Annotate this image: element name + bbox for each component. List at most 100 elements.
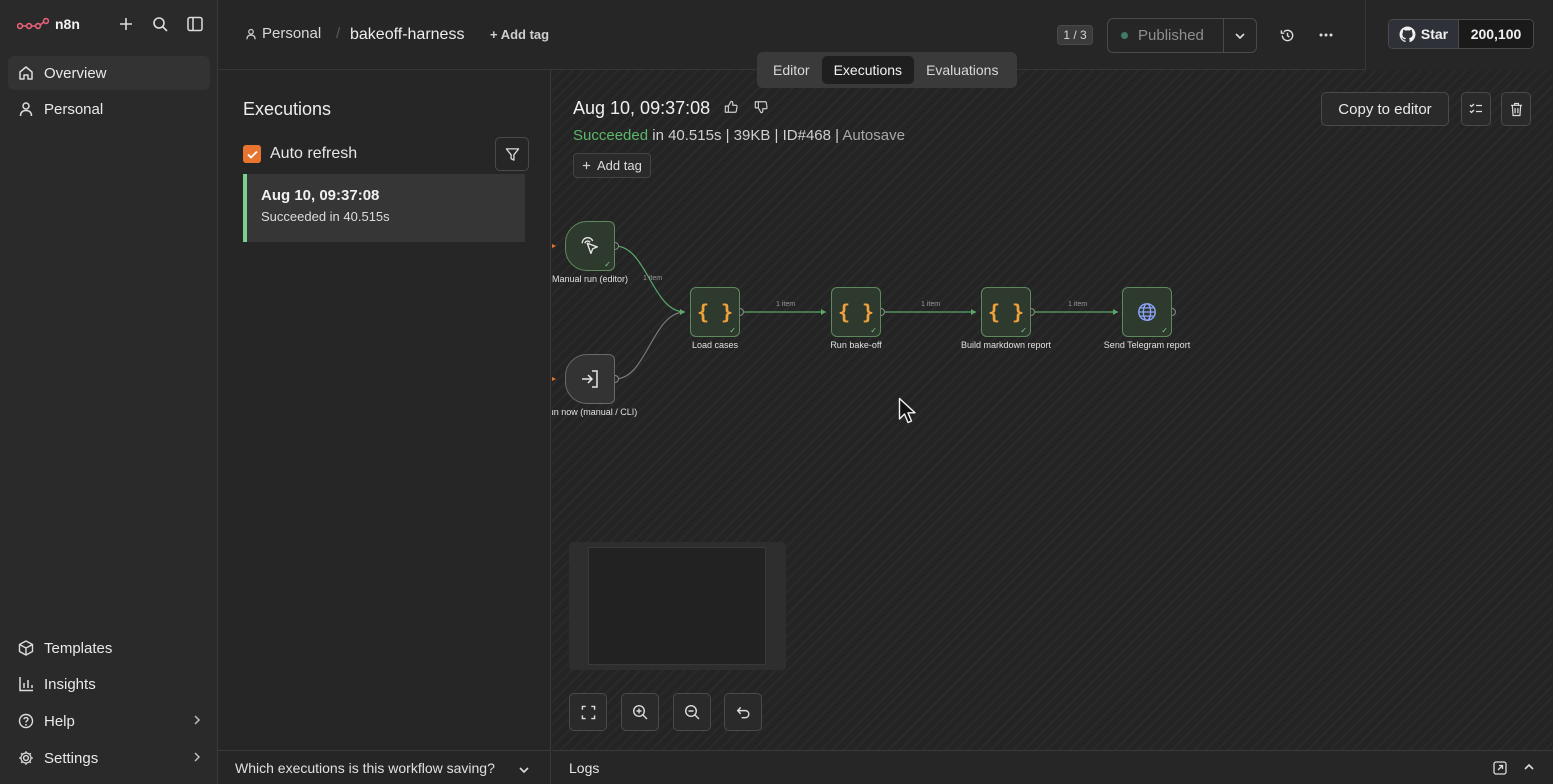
add-tag-button[interactable]: + Add tag — [490, 27, 549, 42]
chevron-up-icon[interactable] — [1523, 763, 1535, 771]
published-button[interactable]: Published — [1108, 19, 1224, 52]
pointer-click-icon — [581, 237, 599, 255]
sign-in-icon — [582, 370, 598, 388]
auto-refresh-label: Auto refresh — [270, 145, 358, 162]
app: n8n Overview Personal Templates Insights… — [0, 0, 1553, 784]
github-icon — [1399, 26, 1416, 42]
node-label: un now (manual / CLI) — [552, 407, 638, 417]
tab-executions[interactable]: Executions — [821, 56, 915, 84]
zoom-in-icon — [632, 704, 648, 720]
maximize-icon — [581, 705, 595, 719]
github-star-count[interactable]: 200,100 — [1459, 20, 1533, 48]
publish-dropdown-button[interactable] — [1224, 32, 1256, 40]
user-icon — [245, 28, 257, 40]
globe-icon — [1138, 303, 1156, 321]
edge-label: 1 item — [643, 275, 663, 282]
edge-label: 1 item — [921, 301, 941, 308]
logs-bar[interactable]: Logs — [552, 750, 1553, 784]
user-icon — [17, 100, 35, 118]
node-send-telegram-report[interactable]: ✓ — [1122, 287, 1172, 337]
brand-name: n8n — [55, 16, 80, 32]
zoom-out-button[interactable] — [673, 693, 711, 731]
sidebar-item-label: Personal — [44, 100, 104, 118]
help-circle-icon — [17, 712, 35, 730]
success-check-icon: ✓ — [604, 260, 611, 269]
execution-saving-question: Which executions is this workflow saving… — [235, 759, 495, 776]
success-check-icon: ✓ — [1020, 326, 1027, 335]
executions-title: Executions — [243, 99, 332, 119]
pop-out-icon[interactable] — [1493, 761, 1507, 775]
toggle-sidebar-icon[interactable] — [183, 12, 207, 36]
node-label: Manual run (editor) — [552, 274, 629, 284]
node-load-cases[interactable]: { } ✓ — [690, 287, 740, 337]
n8n-logo-icon — [17, 17, 49, 30]
filter-button[interactable] — [495, 137, 529, 171]
chevron-down-icon — [1235, 32, 1245, 39]
search-icon[interactable] — [148, 12, 172, 36]
tab-editor[interactable]: Editor — [761, 56, 822, 84]
sidebar-item-settings[interactable]: Settings — [8, 741, 210, 775]
status-dot-icon — [1121, 32, 1128, 39]
breadcrumb-separator: / — [336, 25, 341, 42]
node-build-markdown-report[interactable]: { } ✓ — [981, 287, 1031, 337]
github-star-label: Star — [1420, 26, 1449, 42]
add-icon[interactable] — [114, 12, 138, 36]
minimap[interactable] — [569, 542, 786, 670]
workflow-name[interactable]: bakeoff-harness — [350, 26, 464, 44]
execution-status: Succeeded in 40.515s — [261, 209, 390, 224]
execution-time: Aug 10, 09:37:08 — [261, 187, 380, 204]
sidebar-item-insights[interactable]: Insights — [8, 667, 210, 701]
auto-refresh-toggle[interactable]: Auto refresh — [243, 145, 357, 163]
sidebar-item-label: Templates — [44, 639, 113, 657]
node-label: Build markdown report — [960, 340, 1052, 350]
history-icon[interactable] — [1276, 24, 1298, 46]
view-tabs: Editor Executions Evaluations — [757, 52, 1017, 88]
sidebar-item-help[interactable]: Help — [8, 704, 210, 738]
github-star[interactable]: Star — [1389, 20, 1459, 48]
node-run-bake-off[interactable]: { } ✓ — [831, 287, 881, 337]
sidebar-item-label: Overview — [44, 64, 107, 82]
sidebar-item-templates[interactable]: Templates — [8, 631, 210, 665]
success-check-icon: ✓ — [729, 326, 736, 335]
connection-cli-to-load — [614, 311, 686, 380]
tab-evaluations[interactable]: Evaluations — [914, 56, 1010, 84]
sidebar-item-label: Insights — [44, 675, 96, 693]
minimap-viewport[interactable] — [588, 547, 766, 665]
fit-view-button[interactable] — [569, 693, 607, 731]
reset-zoom-button[interactable] — [724, 693, 762, 731]
gear-icon — [17, 749, 35, 767]
execution-counter: 1 / 3 — [1057, 25, 1093, 45]
sidebar-item-personal[interactable]: Personal — [8, 92, 210, 126]
execution-list-item[interactable]: Aug 10, 09:37:08 Succeeded in 40.515s — [243, 174, 525, 242]
braces-icon: { } — [837, 300, 875, 324]
check-icon — [246, 150, 258, 159]
trigger-marker — [552, 244, 556, 381]
node-manual-run[interactable]: ✓ — [565, 221, 615, 271]
execution-saving-settings[interactable]: Which executions is this workflow saving… — [218, 750, 551, 784]
publish-control: Published — [1107, 18, 1257, 53]
edge-label: 1 item — [776, 301, 796, 308]
brand-logo[interactable]: n8n — [17, 14, 80, 34]
undo-icon — [736, 706, 749, 718]
zoom-out-icon — [684, 704, 700, 720]
node-label: Send Telegram report — [1103, 340, 1191, 350]
executions-panel: Executions Auto refresh Aug 10, 09:37:08… — [218, 70, 551, 750]
workflow-canvas[interactable]: Aug 10, 09:37:08 Succeeded in 40.515s | … — [552, 70, 1553, 750]
github-star-button[interactable]: Star 200,100 — [1388, 19, 1534, 49]
sidebar-item-label: Help — [44, 712, 75, 730]
more-options-icon[interactable] — [1315, 24, 1337, 46]
braces-icon: { } — [987, 300, 1025, 324]
braces-icon: { } — [696, 300, 734, 324]
success-check-icon: ✓ — [870, 326, 877, 335]
breadcrumb-project[interactable]: Personal — [245, 25, 321, 42]
zoom-in-button[interactable] — [621, 693, 659, 731]
chevron-right-icon — [192, 750, 202, 767]
auto-refresh-checkbox[interactable] — [243, 145, 261, 163]
edge-label: 1 item — [1068, 301, 1088, 308]
published-label: Published — [1138, 27, 1204, 44]
node-label: Run bake-off — [830, 340, 882, 350]
node-label: Load cases — [691, 340, 739, 350]
sidebar-item-label: Settings — [44, 749, 99, 767]
node-run-now[interactable] — [565, 354, 615, 404]
sidebar-item-overview[interactable]: Overview — [8, 56, 210, 90]
